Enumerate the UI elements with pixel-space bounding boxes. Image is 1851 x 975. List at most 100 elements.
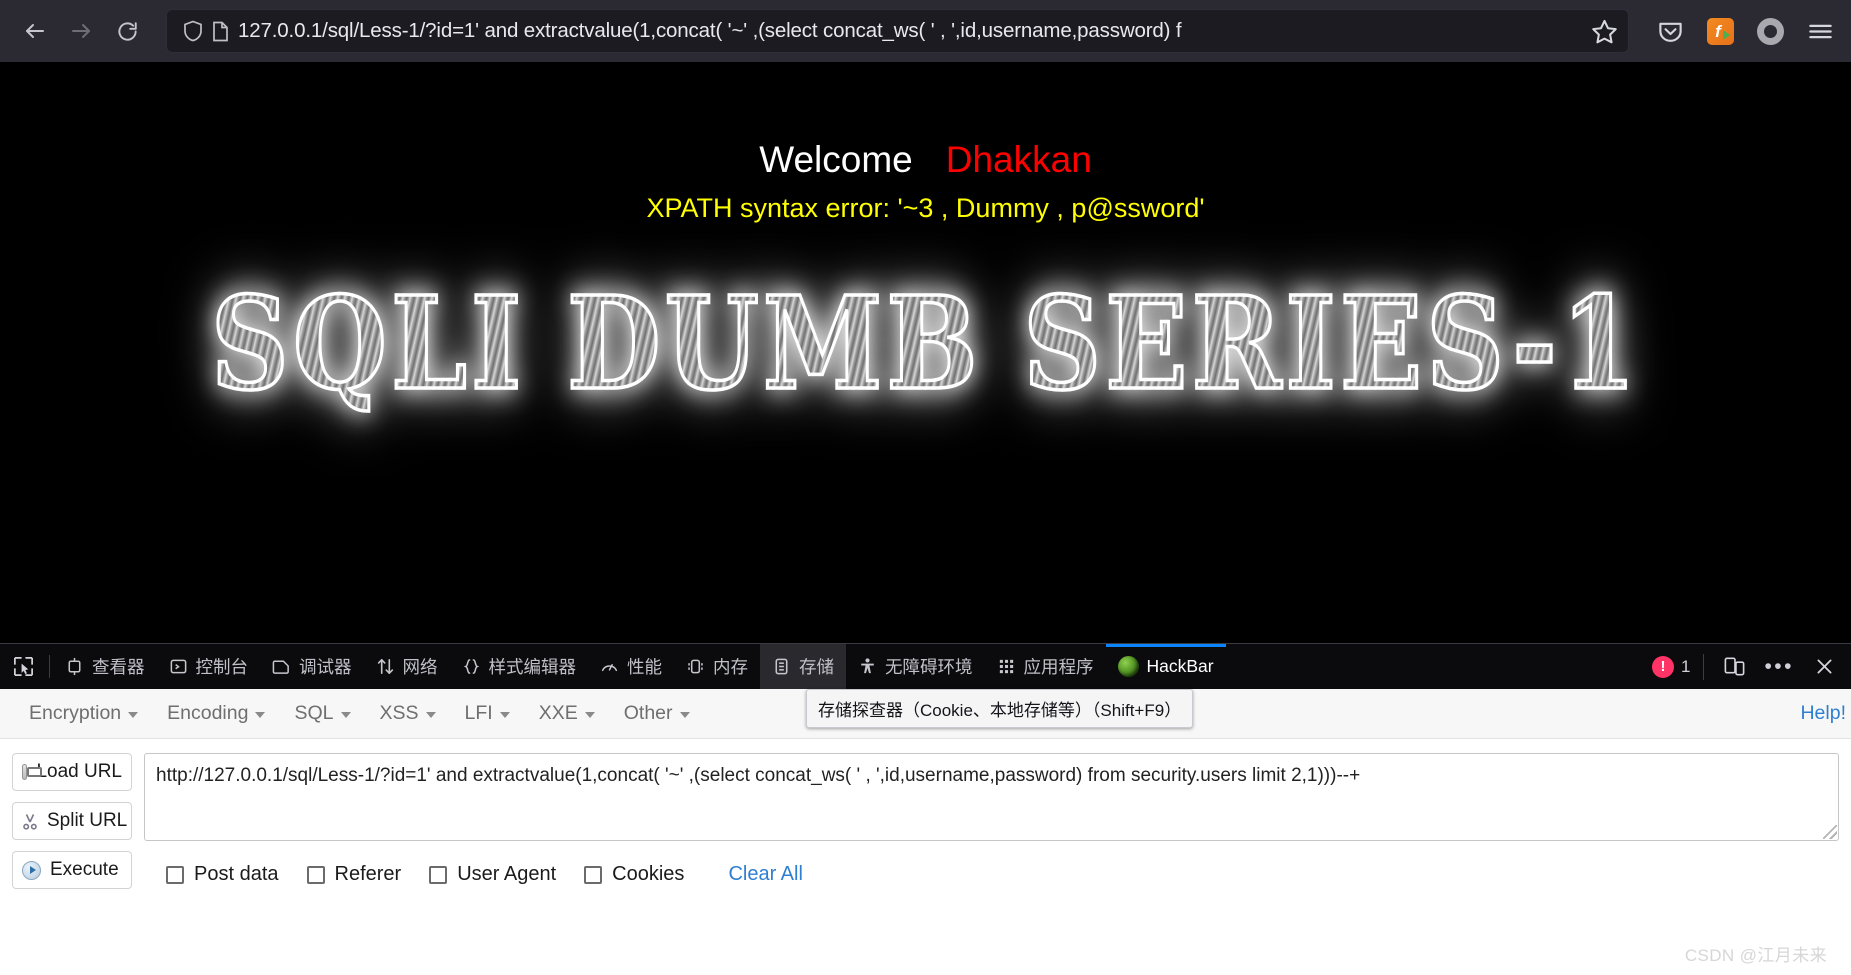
menu-label: LFI <box>464 702 493 724</box>
back-arrow-icon <box>26 24 44 38</box>
tab-label: 查看器 <box>92 657 145 677</box>
menu-label: Encoding <box>167 702 249 724</box>
hackbar-options-row: Post data Referer User Agent Cookies Cle… <box>144 841 1839 886</box>
accessibility-icon <box>858 657 877 676</box>
shield-icon <box>183 20 203 42</box>
tab-label: 控制台 <box>195 657 249 677</box>
button-label: Load URL <box>36 761 122 782</box>
checkbox-label: Post data <box>194 863 279 885</box>
responsive-design-mode-icon[interactable] <box>1717 650 1751 684</box>
split-url-button[interactable]: Split URL <box>12 802 132 840</box>
tab-network[interactable]: 网络 <box>364 644 450 689</box>
load-url-button[interactable]: Load URL <box>12 753 132 791</box>
tab-style-editor[interactable]: 样式编辑器 <box>450 644 589 689</box>
menu-encoding[interactable]: Encoding <box>156 697 276 730</box>
url-bar[interactable]: 127.0.0.1/sql/Less-1/?id=1' and extractv… <box>166 9 1629 53</box>
devtools-close-icon[interactable] <box>1807 650 1841 684</box>
menu-sql[interactable]: SQL <box>283 697 361 730</box>
hackbar-url-area: http://127.0.0.1/sql/Less-1/?id=1' and e… <box>144 753 1839 889</box>
checkbox-user-agent[interactable]: User Agent <box>429 863 556 886</box>
toolbar-divider <box>49 655 50 678</box>
tab-performance[interactable]: 性能 <box>588 644 674 689</box>
devtools-toolbar: 查看器 控制台 调试器 网络 样式编辑器 性能 内存 存储 无障碍环境 应用程序… <box>0 643 1851 728</box>
browser-toolbar-right: f <box>1647 14 1837 48</box>
pocket-icon[interactable] <box>1653 14 1687 48</box>
chevron-down-icon <box>679 712 690 718</box>
tab-storage[interactable]: 存储 <box>760 644 846 689</box>
user-name-text: Dhakkan <box>945 139 1092 180</box>
checkbox-post-data[interactable]: Post data <box>166 863 279 886</box>
page-content: Welcome Dhakkan XPATH syntax error: '~3 ,… <box>0 62 1851 643</box>
star-icon[interactable] <box>1591 18 1618 45</box>
tab-hackbar[interactable]: HackBar <box>1105 644 1226 689</box>
url-textarea[interactable]: http://127.0.0.1/sql/Less-1/?id=1' and e… <box>144 753 1839 841</box>
tab-inspector[interactable]: 查看器 <box>53 644 157 689</box>
checkbox-box[interactable] <box>166 865 184 884</box>
reload-button[interactable] <box>106 10 148 52</box>
clear-all-link[interactable]: Clear All <box>728 863 802 886</box>
checkbox-cookies[interactable]: Cookies <box>584 863 684 886</box>
tab-debugger[interactable]: 调试器 <box>260 644 364 689</box>
tab-application[interactable]: 应用程序 <box>985 644 1106 689</box>
checkbox-label: Referer <box>334 863 402 885</box>
checkbox-box[interactable] <box>429 865 448 884</box>
chevron-down-icon <box>340 712 351 718</box>
help-link[interactable]: Help! <box>1798 697 1848 730</box>
tab-console[interactable]: 控制台 <box>157 644 261 689</box>
forward-button[interactable] <box>60 10 102 52</box>
browser-toolbar: 127.0.0.1/sql/Less-1/?id=1' and extractv… <box>0 0 1851 62</box>
console-icon <box>169 657 188 676</box>
chevron-down-icon <box>425 712 436 718</box>
tab-label: 内存 <box>713 657 748 677</box>
checkbox-box[interactable] <box>306 865 325 884</box>
menu-lfi[interactable]: LFI <box>454 697 521 730</box>
url-text[interactable]: 127.0.0.1/sql/Less-1/?id=1' and extractv… <box>238 21 1583 42</box>
menu-xxe[interactable]: XXE <box>528 697 606 730</box>
chevron-down-icon <box>128 712 139 718</box>
checkbox-label: Cookies <box>612 863 685 885</box>
checkbox-box[interactable] <box>584 865 603 884</box>
menu-other[interactable]: Other <box>613 697 701 730</box>
sqli-dumb-series-banner: SQLI DUMB SERIES-1 <box>0 269 1851 419</box>
tab-label: 调试器 <box>299 657 352 677</box>
chevron-down-icon <box>255 712 266 718</box>
menu-encryption[interactable]: Encryption <box>18 697 149 730</box>
error-count-badge[interactable]: ! 1 <box>1651 655 1691 678</box>
hackbar-body: Load URL Split URL Execute http://127.0.… <box>0 739 1851 889</box>
page-document-icon <box>212 21 229 42</box>
menu-label: XXE <box>538 702 578 724</box>
menu-xss[interactable]: XSS <box>369 697 447 730</box>
devtools-more-menu-icon[interactable]: ••• <box>1764 655 1794 679</box>
button-label: Execute <box>50 859 119 880</box>
execute-button[interactable]: Execute <box>12 851 132 889</box>
account-circle-icon[interactable] <box>1753 14 1787 48</box>
hamburger-menu-icon[interactable] <box>1803 14 1837 48</box>
devtools-tab-list: 查看器 控制台 调试器 网络 样式编辑器 性能 内存 存储 无障碍环境 应用程序… <box>53 644 1226 689</box>
reload-arrow-icon <box>117 21 137 41</box>
menu-label: Encryption <box>29 702 122 724</box>
tab-label: HackBar <box>1146 656 1214 676</box>
menu-label: Other <box>623 702 673 724</box>
flash-letter: f <box>1715 21 1721 41</box>
tab-label: 网络 <box>402 657 438 677</box>
style-editor-icon <box>462 657 481 676</box>
back-button[interactable] <box>14 10 56 52</box>
performance-icon <box>600 657 619 676</box>
flash-extension-icon[interactable]: f <box>1703 14 1737 48</box>
load-url-icon <box>22 764 44 780</box>
chevron-down-icon <box>584 712 595 718</box>
tab-accessibility[interactable]: 无障碍环境 <box>846 644 985 689</box>
tab-label: 存储 <box>799 657 834 677</box>
tab-memory[interactable]: 内存 <box>674 644 760 689</box>
error-icon: ! <box>1651 655 1674 678</box>
menu-label: SQL <box>294 702 334 724</box>
devtools-toolbar-right: ! 1 ••• <box>1651 644 1851 689</box>
hackbar-panel: Encryption Encoding SQL XSS LFI XXE Othe… <box>0 689 1851 975</box>
menu-label: XSS <box>379 702 419 724</box>
storage-icon <box>772 657 791 676</box>
element-picker-icon[interactable] <box>0 644 46 689</box>
checkbox-label: User Agent <box>457 863 557 885</box>
tab-label: 样式编辑器 <box>488 657 577 677</box>
checkbox-referer[interactable]: Referer <box>306 863 402 886</box>
error-count: 1 <box>1680 656 1691 676</box>
